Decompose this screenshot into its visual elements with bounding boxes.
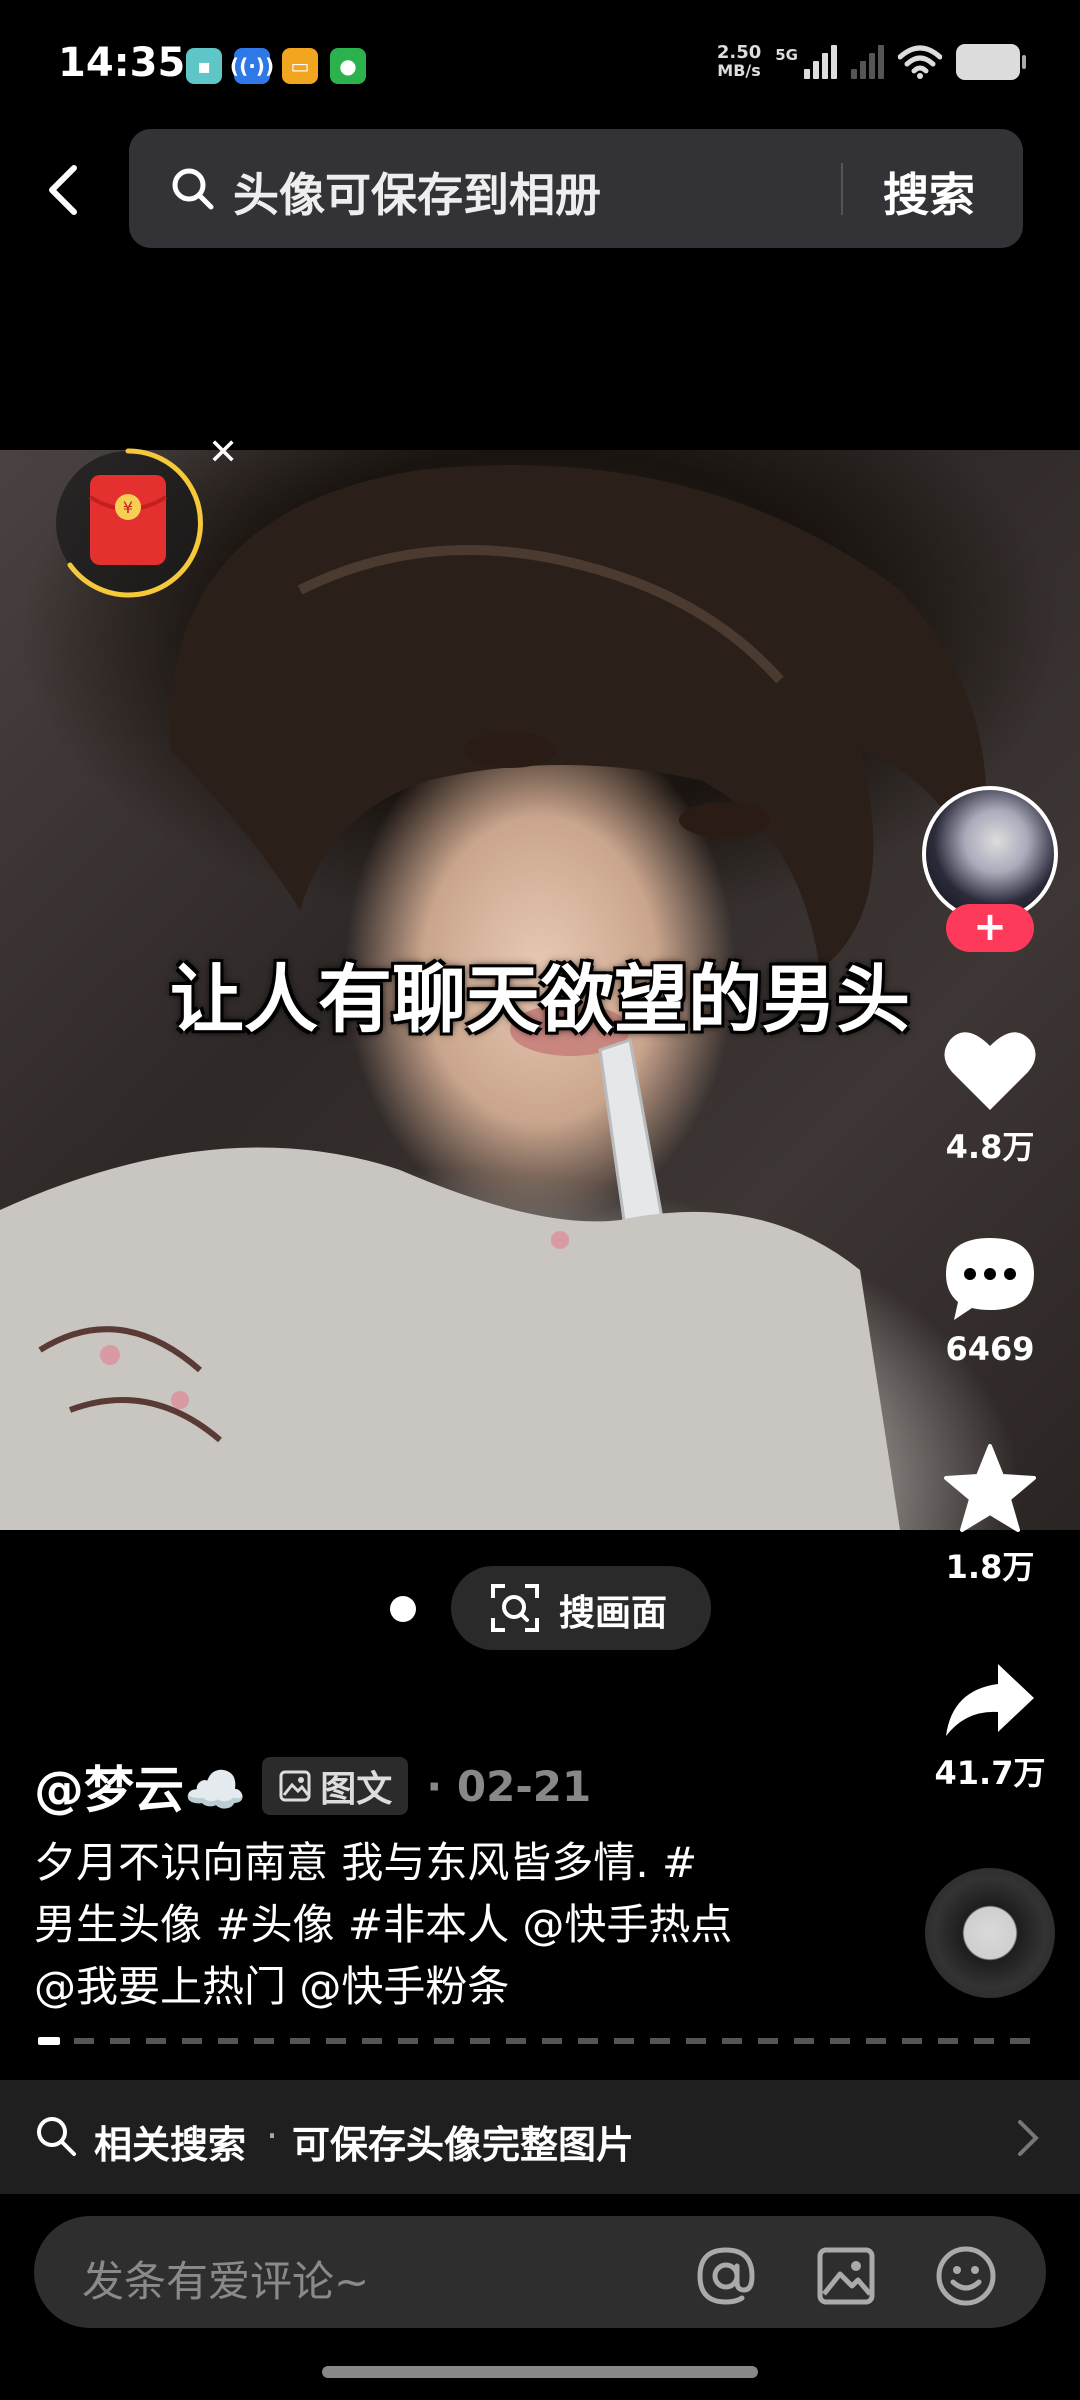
author-name[interactable]: @梦云☁️ [34,1750,246,1822]
post-type-label: 图文 [320,1769,393,1810]
post-image[interactable]: 让人有聊天欲望的男头 [0,450,1080,1530]
related-search-label: 相关搜索 [94,2123,247,2167]
search-icon [37,2117,76,2156]
network-type: 5G [775,46,798,64]
share-count: 41.7万 [934,1754,1046,1792]
star-icon [944,1444,1036,1532]
search-input[interactable]: 头像可保存到相册 [233,159,601,225]
comment-input[interactable]: 发条有爱评论~ [34,2216,1046,2328]
author-line: @梦云☁️ 图文 · 02-21 [34,1750,591,1822]
author-avatar[interactable] [922,786,1058,922]
comment-button[interactable]: 6469 [918,1234,1062,1368]
image-progress-track [38,2038,1044,2044]
search-bar[interactable]: 头像可保存到相册 搜索 [129,129,1023,248]
post-date: · 02-21 [426,1761,592,1811]
search-divider [841,163,843,215]
wifi-icon [898,45,942,79]
svg-text:¥: ¥ [123,498,133,517]
related-search-term: 可保存头像完整图片 [292,2123,635,2167]
post-description[interactable]: 夕月不识向南意 我与东风皆多情. # 男生头像 #头像 #非本人 @快手热点 @… [34,1832,864,2018]
clock: 14:35 [58,40,186,86]
message-icon: ▭ [282,48,318,84]
image-progress-current [38,2037,60,2045]
signal-strength-icon [804,45,837,79]
follow-button[interactable]: + [946,904,1034,952]
emoji-icon[interactable] [934,2244,998,2308]
chevron-right-icon [1018,2120,1039,2156]
notification-icons: ▪ ((·)) ▭ ● [186,48,366,84]
image-icon [279,1770,311,1802]
image-search-button[interactable]: 搜画面 [451,1566,711,1650]
search-icon [172,168,214,210]
red-packet-widget[interactable]: ¥ [50,445,206,601]
net-speed: 2.50 MB/s [716,42,762,80]
like-count: 4.8万 [945,1128,1035,1166]
back-arrow-icon[interactable] [40,162,90,218]
page-indicator-dot [390,1596,416,1622]
heart-icon [944,1032,1036,1110]
related-search-bar[interactable]: 相关搜索 · 可保存头像完整图片 [0,2080,1080,2194]
music-disc-icon[interactable] [925,1868,1055,1998]
description-line: 男生头像 #头像 #非本人 @快手热点 [34,1900,733,1949]
description-line: 夕月不识向南意 我与东风皆多情. # [34,1838,698,1887]
favorite-count: 1.8万 [945,1548,1035,1586]
battery-icon [956,44,1026,80]
like-button[interactable]: 4.8万 [918,1026,1062,1168]
comment-count: 6469 [945,1330,1035,1368]
close-icon[interactable]: ✕ [208,432,238,473]
home-indicator[interactable] [322,2366,758,2378]
related-search-separator: · [266,2114,279,2158]
image-search-label: 搜画面 [559,1593,668,1634]
comment-icon [946,1238,1034,1320]
comment-placeholder: 发条有爱评论~ [82,2257,370,2306]
scan-frame-icon [491,1584,539,1632]
share-button[interactable]: 41.7万 [918,1660,1062,1794]
mention-icon[interactable] [694,2244,758,2308]
hotspot-icon: ((·)) [230,48,274,84]
signal-strength-sim2-icon [851,45,884,79]
status-bar: 14:35 ▪ ((·)) ▭ ● 2.50 MB/s 5G [0,0,1080,120]
wechat-icon: ● [330,48,366,84]
search-button[interactable]: 搜索 [883,159,975,225]
gallery-icon: ▪ [186,48,222,84]
image-upload-icon[interactable] [814,2244,878,2308]
share-arrow-icon [946,1664,1034,1736]
post-type-badge: 图文 [262,1757,409,1815]
system-indicators: 2.50 MB/s 5G [716,42,1026,80]
description-line: @我要上热门 @快手粉条 [34,1962,510,2011]
favorite-button[interactable]: 1.8万 [918,1442,1062,1588]
